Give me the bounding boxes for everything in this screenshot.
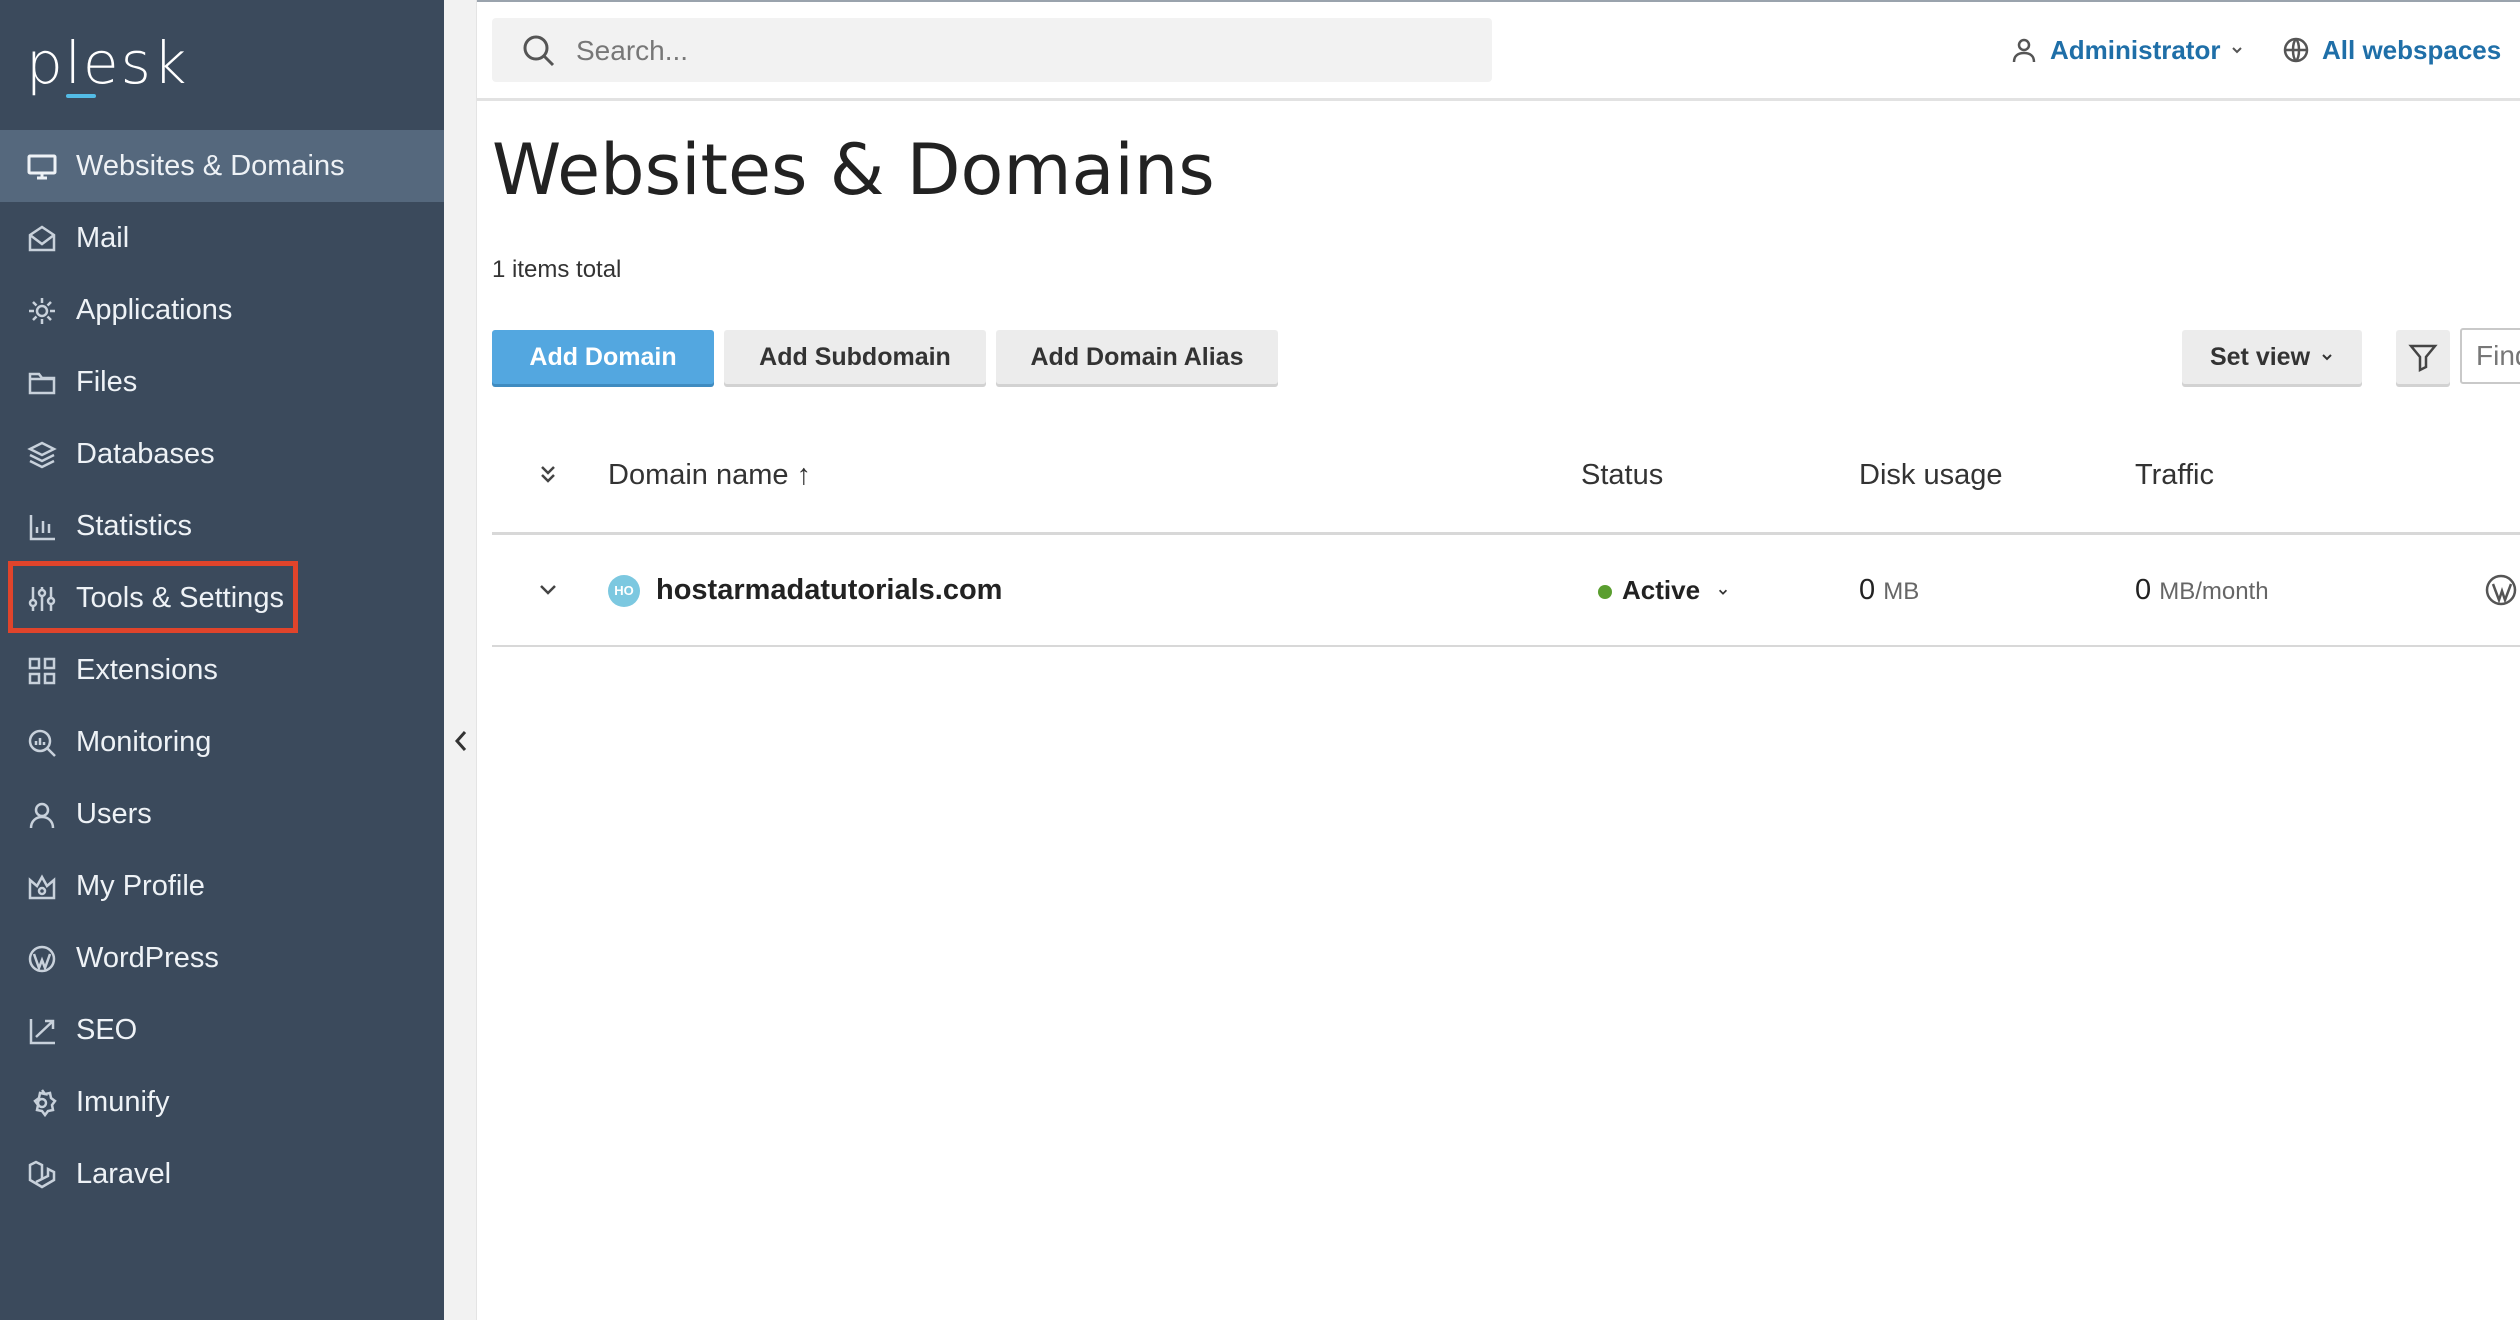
sidebar-item-label: Databases [76,438,215,470]
set-view-label: Set view [2209,342,2311,371]
user-menu-label: Administrator [2050,34,2221,65]
traffic-number: 0 [2135,574,2152,606]
filter-icon [2408,344,2438,373]
sidebar-item-users[interactable]: Users [0,778,444,850]
laravel-icon [26,1159,58,1191]
sidebar-item-extensions[interactable]: Extensions [0,634,444,706]
bar-chart-icon [26,511,58,543]
trend-chart-icon [26,1015,58,1047]
sidebar-item-seo[interactable]: SEO [0,994,444,1066]
sidebar-item-label: Users [76,798,152,830]
search-icon [523,35,555,67]
sidebar-item-label: Websites & Domains [76,150,345,182]
sidebar-item-label: Tools & Settings [76,582,284,614]
sidebar: plesk Websites & Domains Mail Applicatio… [0,0,444,1320]
column-status[interactable]: Status [1581,432,1663,518]
status-dot [1598,585,1612,600]
disk-usage-value: 0 MB [1859,535,1919,647]
sidebar-item-monitoring[interactable]: Monitoring [0,706,444,778]
shield-gear-icon [26,1087,58,1119]
search-box[interactable] [492,18,1492,82]
sidebar-item-label: My Profile [76,870,205,902]
crown-icon [26,871,58,903]
chevron-down-icon [2232,47,2243,54]
chevron-left-icon[interactable] [452,726,470,756]
grid-icon [26,655,58,687]
sidebar-item-websites-domains[interactable]: Websites & Domains [0,130,444,202]
sidebar-item-mail[interactable]: Mail [0,202,444,274]
sidebar-item-databases[interactable]: Databases [0,418,444,490]
chevron-down-icon [1719,589,1728,596]
sidebar-item-label: SEO [76,1014,138,1046]
column-disk-usage[interactable]: Disk usage [1859,432,2002,518]
sidebar-item-applications[interactable]: Applications [0,274,444,346]
wordpress-icon[interactable] [2484,573,2518,607]
plesk-logo[interactable]: plesk [26,28,188,98]
column-traffic[interactable]: Traffic [2135,432,2214,518]
globe-icon [2283,37,2309,63]
add-subdomain-button[interactable]: Add Subdomain [724,330,986,384]
sidebar-item-label: Imunify [76,1086,170,1118]
domain-name-link[interactable]: hostarmadatutorials.com [656,535,1002,645]
webspaces-menu-button[interactable]: All webspaces [2282,24,2501,76]
layers-icon [26,439,58,471]
sidebar-item-label: Files [76,366,138,398]
add-domain-button[interactable]: Add Domain [492,330,714,384]
table-header: Domain name ↑ Status Disk usage Traffic [492,432,2520,535]
webspaces-label: All webspaces [2322,34,2502,65]
sidebar-collapse-strip[interactable] [444,0,477,1320]
sidebar-item-wordpress[interactable]: WordPress [0,922,444,994]
column-domain-name[interactable]: Domain name ↑ [608,432,811,518]
sidebar-item-my-profile[interactable]: My Profile [0,850,444,922]
set-view-button[interactable]: Set view [2182,330,2362,384]
disk-usage-number: 0 [1859,574,1876,606]
search-input[interactable] [574,28,1458,74]
gear-icon [26,295,58,327]
sidebar-nav: Websites & Domains Mail Applications Fil… [0,130,444,1210]
disk-usage-unit: MB [1883,578,1920,605]
wordpress-icon [26,943,58,975]
user-icon [2012,38,2036,63]
logo-underline [66,94,96,98]
table-row: HO hostarmadatutorials.com Active 0 MB 0… [492,535,2520,647]
sliders-icon [26,583,58,615]
sidebar-item-label: Monitoring [76,726,212,758]
sidebar-item-tools-settings[interactable]: Tools & Settings [0,561,444,634]
expand-all-icon[interactable] [538,462,558,488]
sidebar-item-label: Applications [76,294,233,326]
sidebar-item-label: Statistics [76,510,193,542]
sidebar-item-statistics[interactable]: Statistics [0,490,444,562]
logo-text: plesk [26,29,189,97]
traffic-unit: MB/month [2159,578,2269,605]
sidebar-item-laravel[interactable]: Laravel [0,1138,444,1210]
chevron-down-icon[interactable] [538,581,558,599]
monitor-icon [26,151,58,183]
mail-icon [26,223,58,255]
folder-icon [26,367,58,399]
sidebar-item-imunify[interactable]: Imunify [0,1066,444,1138]
sidebar-item-label: Extensions [76,654,218,686]
chevron-down-icon [2322,354,2332,361]
traffic-value: 0 MB/month [2135,535,2269,647]
header-top-border [477,0,2520,2]
page-title: Websites & Domains [492,129,1215,211]
items-total-text: 1 items total [492,256,622,283]
sidebar-item-label: Laravel [76,1158,172,1190]
domain-favicon: HO [608,575,640,607]
status-label: Active [1622,575,1701,605]
sidebar-item-label: Mail [76,222,130,254]
status-badge[interactable]: Active [1598,535,1729,645]
sidebar-item-files[interactable]: Files [0,346,444,418]
magnifier-chart-icon [26,727,58,759]
find-input[interactable] [2460,328,2520,384]
add-domain-alias-button[interactable]: Add Domain Alias [996,330,1278,384]
user-menu-button[interactable]: Administrator [2010,24,2244,76]
sidebar-item-label: WordPress [76,942,219,974]
user-icon [26,799,58,831]
filter-button[interactable] [2396,330,2450,384]
